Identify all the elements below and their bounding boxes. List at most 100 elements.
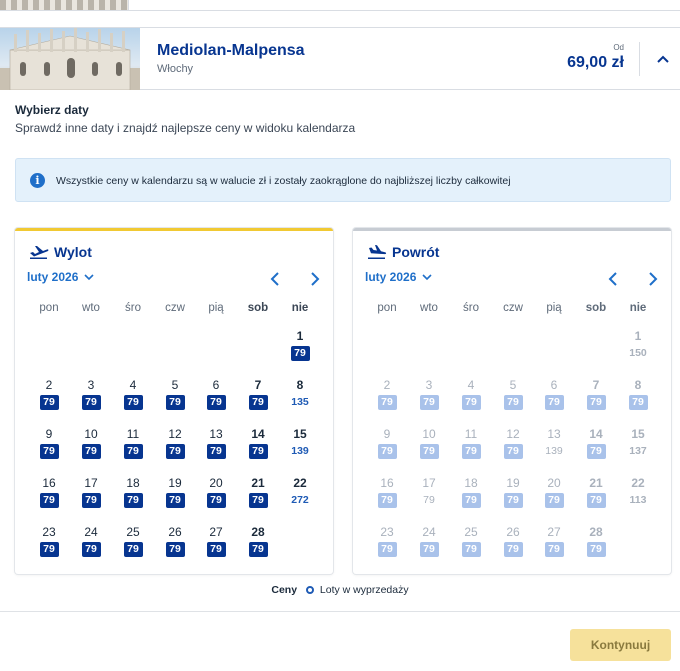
outbound-day-cell[interactable]: 10 79 [71, 427, 111, 463]
return-day-cell[interactable]: 8 79 [618, 378, 658, 414]
day-price: 272 [291, 494, 309, 506]
outbound-day-cell[interactable]: 3 79 [71, 378, 111, 414]
outbound-day-cell[interactable]: 11 79 [113, 427, 153, 463]
return-day-cell[interactable]: 17 79 [409, 476, 449, 512]
sale-price-badge: 79 [206, 542, 226, 557]
return-day-cell[interactable]: 19 79 [493, 476, 533, 512]
destination-card[interactable]: Mediolan-Malpensa Włochy Od 69,00 zł [0, 27, 680, 90]
outbound-day-cell[interactable]: 28 79 [238, 525, 278, 561]
outbound-day-cell[interactable]: 12 79 [155, 427, 195, 463]
return-day-cell[interactable]: 5 79 [493, 378, 533, 414]
return-day-cell[interactable]: 12 79 [493, 427, 533, 463]
outbound-next-month-button[interactable] [308, 271, 322, 287]
day-number: 25 [126, 525, 140, 539]
return-day-cell[interactable]: 4 79 [451, 378, 491, 414]
outbound-day-cell[interactable]: 5 79 [155, 378, 195, 414]
outbound-day-cell[interactable]: 25 79 [113, 525, 153, 561]
sale-price-badge: 79 [419, 542, 439, 557]
outbound-day-cell[interactable]: 14 79 [238, 427, 278, 463]
footer-divider [0, 611, 680, 612]
day-number: 13 [547, 427, 561, 441]
sale-price-badge: 79 [503, 493, 523, 508]
day-number: 13 [209, 427, 223, 441]
return-day-cell[interactable]: 18 79 [451, 476, 491, 512]
outbound-month-select[interactable]: luty 2026 [27, 270, 94, 284]
sale-price-badge: 79 [165, 395, 185, 410]
outbound-day-cell[interactable]: 17 79 [71, 476, 111, 512]
day-price: 137 [629, 445, 647, 457]
return-month-select[interactable]: luty 2026 [365, 270, 432, 284]
outbound-day-cell[interactable]: 6 79 [196, 378, 236, 414]
return-day-cell[interactable]: 9 79 [367, 427, 407, 463]
return-day-cell[interactable]: 1 150 [618, 329, 658, 365]
day-number: 8 [296, 378, 304, 392]
return-day-cell[interactable]: 27 79 [534, 525, 574, 561]
return-day-cell[interactable]: 22 113 [618, 476, 658, 512]
outbound-day-cell[interactable]: 16 79 [29, 476, 69, 512]
sale-price-badge: 79 [165, 542, 185, 557]
outbound-day-cell[interactable]: 13 79 [196, 427, 236, 463]
price-from-label: Od [613, 43, 624, 52]
return-day-cell[interactable]: 7 79 [576, 378, 616, 414]
info-banner: i Wszystkie ceny w kalendarzu są w waluc… [15, 158, 671, 202]
weekday-label: czw [503, 302, 523, 314]
sale-price-badge: 79 [419, 395, 439, 410]
outbound-day-cell[interactable]: 20 79 [196, 476, 236, 512]
continue-button[interactable]: Kontynuuj [570, 629, 671, 661]
day-number: 21 [251, 476, 265, 490]
return-day-cell[interactable]: 2 79 [367, 378, 407, 414]
chevron-down-icon [422, 274, 432, 281]
return-day-cell[interactable]: 25 79 [451, 525, 491, 561]
return-day-cell[interactable]: 11 79 [451, 427, 491, 463]
day-number: 7 [592, 378, 600, 392]
return-day-cell[interactable]: 13 139 [534, 427, 574, 463]
outbound-day-cell[interactable]: 24 79 [71, 525, 111, 561]
day-number: 25 [464, 525, 478, 539]
weekday-label: pią [546, 302, 562, 314]
weekday-label: wto [420, 302, 438, 314]
return-day-cell[interactable]: 24 79 [409, 525, 449, 561]
outbound-prev-month-button[interactable] [268, 271, 282, 287]
day-price: 150 [629, 347, 647, 359]
outbound-day-cell[interactable]: 27 79 [196, 525, 236, 561]
day-number: 6 [212, 378, 220, 392]
outbound-day-cell[interactable]: 26 79 [155, 525, 195, 561]
return-day-cell[interactable]: 3 79 [409, 378, 449, 414]
sale-price-badge: 79 [248, 444, 268, 459]
outbound-day-cell[interactable]: 23 79 [29, 525, 69, 561]
day-number: 2 [383, 378, 391, 392]
return-day-cell[interactable]: 10 79 [409, 427, 449, 463]
outbound-day-cell[interactable]: 4 79 [113, 378, 153, 414]
return-day-cell[interactable]: 6 79 [534, 378, 574, 414]
return-day-cell[interactable]: 21 79 [576, 476, 616, 512]
return-day-cell[interactable]: 28 79 [576, 525, 616, 561]
outbound-day-cell[interactable]: 21 79 [238, 476, 278, 512]
outbound-day-cell[interactable]: 9 79 [29, 427, 69, 463]
outbound-day-cell[interactable]: 7 79 [238, 378, 278, 414]
day-number: 12 [506, 427, 520, 441]
weekday-label: sob [585, 302, 607, 314]
return-day-cell[interactable]: 20 79 [534, 476, 574, 512]
return-day-cell[interactable]: 15 137 [618, 427, 658, 463]
return-day-cell[interactable]: 23 79 [367, 525, 407, 561]
outbound-day-cell[interactable]: 22 272 [280, 476, 320, 512]
return-title: Powrót [392, 244, 440, 260]
outbound-day-cell[interactable]: 18 79 [113, 476, 153, 512]
return-day-cell[interactable]: 26 79 [493, 525, 533, 561]
return-day-cell[interactable]: 14 79 [576, 427, 616, 463]
return-prev-month-button[interactable] [606, 271, 620, 287]
outbound-day-cell[interactable]: 8 135 [280, 378, 320, 414]
outbound-day-cell[interactable]: 2 79 [29, 378, 69, 414]
sale-price-badge: 79 [123, 395, 143, 410]
outbound-day-cell[interactable]: 19 79 [155, 476, 195, 512]
outbound-header: Wylot [29, 244, 92, 260]
sale-price-badge: 79 [544, 395, 564, 410]
outbound-day-cell[interactable]: 1 79 [280, 329, 320, 365]
return-day-cell[interactable]: 16 79 [367, 476, 407, 512]
return-next-month-button[interactable] [646, 271, 660, 287]
outbound-day-cell[interactable]: 15 139 [280, 427, 320, 463]
return-header: Powrót [367, 244, 439, 260]
chevron-up-icon[interactable] [652, 48, 674, 70]
weekday-label: czw [165, 302, 185, 314]
sale-price-badge: 79 [39, 542, 59, 557]
